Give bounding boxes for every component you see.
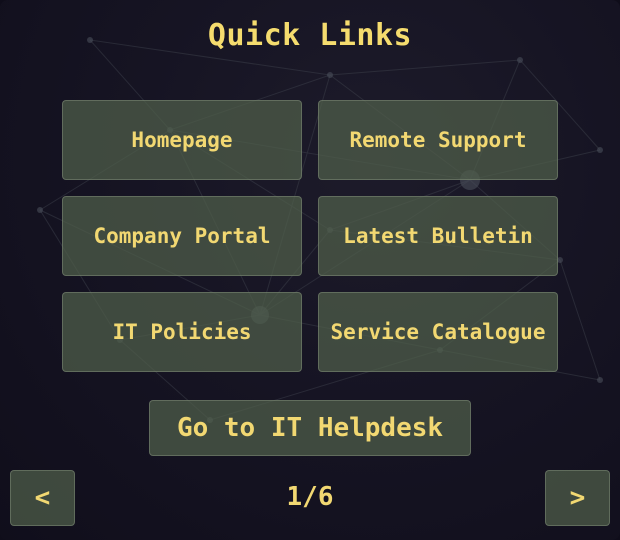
page-indicator: 1/6 xyxy=(286,482,334,512)
it-policies-link-button[interactable]: IT Policies xyxy=(62,292,302,372)
service-catalogue-link-button[interactable]: Service Catalogue xyxy=(318,292,558,372)
homepage-link-button[interactable]: Homepage xyxy=(62,100,302,180)
next-page-button[interactable]: > xyxy=(545,470,610,526)
latest-bulletin-link-button[interactable]: Latest Bulletin xyxy=(318,196,558,276)
prev-page-button[interactable]: < xyxy=(10,470,75,526)
remote-support-link-button[interactable]: Remote Support xyxy=(318,100,558,180)
go-to-helpdesk-button[interactable]: Go to IT Helpdesk xyxy=(149,400,471,456)
quick-links-panel: Quick Links Homepage Remote Support Comp… xyxy=(0,0,620,540)
company-portal-link-button[interactable]: Company Portal xyxy=(62,196,302,276)
page-title: Quick Links xyxy=(207,18,413,53)
